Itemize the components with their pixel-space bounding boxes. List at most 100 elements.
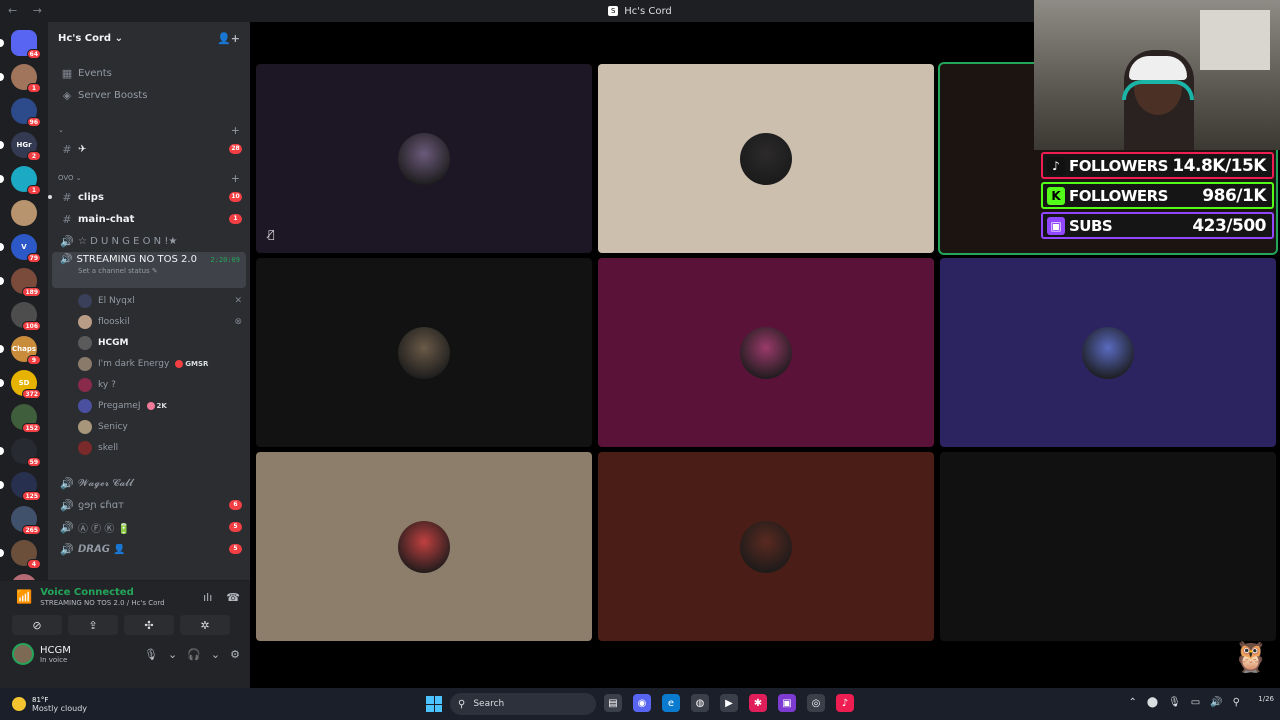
voice-member[interactable]: El Nyqxl ✕ xyxy=(48,290,250,311)
taskbar-app-icon[interactable]: ▶ xyxy=(720,694,738,712)
chevron-down-icon[interactable]: ⌄ xyxy=(211,648,220,661)
voice-member[interactable]: PregameJ 2K xyxy=(48,395,250,416)
server-icon[interactable]: 189 xyxy=(0,268,41,297)
member-name: El Nyqxl xyxy=(98,295,135,306)
screen-share-button[interactable]: ⇪ xyxy=(68,615,118,635)
server-icon[interactable]: 1 xyxy=(0,166,41,195)
start-button[interactable] xyxy=(426,696,442,712)
video-tile[interactable] xyxy=(598,258,934,447)
channel-clips[interactable]: # clips 10 xyxy=(48,186,250,208)
voice-member[interactable]: skell xyxy=(48,437,250,458)
voice-channel[interactable]: 🔊 𝓦𝓪𝓰𝓮𝓻 𝓒𝓪𝓵𝓵 xyxy=(48,472,250,494)
invite-people-icon[interactable]: 👤+ xyxy=(217,32,240,45)
nav-arrows[interactable]: ← → xyxy=(8,4,48,17)
voice-member[interactable]: ky ? xyxy=(48,374,250,395)
taskbar-app-icon[interactable]: e xyxy=(662,694,680,712)
server-icon[interactable]: 1 xyxy=(0,64,41,93)
tray-icon[interactable]: ⌃ xyxy=(1128,697,1136,708)
stat-value: 986/1K xyxy=(1202,185,1266,206)
disconnect-icon[interactable]: ☎ xyxy=(226,591,240,604)
voice-channel[interactable]: 🔊 Ⓐ Ⓕ Ⓚ 🔋 5 xyxy=(48,516,250,538)
channel-status[interactable]: Set a channel status ✎ xyxy=(78,267,240,275)
system-tray: ⌃ ⬤ 🎙 ▭ 🔊 ⚲ xyxy=(1128,697,1240,708)
server-boosts-label: Server Boosts xyxy=(78,89,148,101)
taskbar-app-icon[interactable]: ♪ xyxy=(836,694,854,712)
server-icon[interactable]: 4 xyxy=(0,540,41,569)
server-icon[interactable]: 64 xyxy=(0,30,41,59)
taskbar-search[interactable]: ⚲ Search xyxy=(450,693,596,715)
weather-widget[interactable]: 81°F Mostly cloudy xyxy=(12,696,87,713)
voice-channel-dungeon[interactable]: 🔊 ☆ D U N G E O N !★ xyxy=(48,230,250,252)
member-name: skell xyxy=(98,442,119,453)
voice-member[interactable]: HCGM xyxy=(48,332,250,353)
clock[interactable]: 1/26 xyxy=(1258,694,1274,704)
video-tile[interactable] xyxy=(256,452,592,641)
add-channel-icon[interactable]: + xyxy=(231,124,240,137)
microphone-icon[interactable]: 🎙 xyxy=(144,648,158,661)
server-icon[interactable]: HGr 2 xyxy=(0,132,41,161)
server-icon[interactable]: 106 xyxy=(11,302,41,331)
voice-channel[interactable]: 🔊 ƍɘɲ ɕɦɑт 6 xyxy=(48,494,250,516)
server-label: V xyxy=(21,243,27,251)
category-unnamed[interactable]: ⌄ + xyxy=(48,122,250,138)
events-item[interactable]: ▦ Events xyxy=(48,62,250,84)
tray-icon[interactable]: ⚲ xyxy=(1233,697,1240,708)
video-tile[interactable] xyxy=(940,452,1276,641)
voice-member[interactable]: I'm dark Energy GMSR xyxy=(48,353,250,374)
video-tile[interactable]: 🎙̸ xyxy=(256,64,592,253)
server-icon[interactable]: 96 xyxy=(11,98,41,127)
mention-badge: 10 xyxy=(229,192,242,202)
channel-label: 𝘿𝙍𝘼𝙂 👤 xyxy=(78,543,126,555)
video-tile[interactable] xyxy=(598,64,934,253)
server-icon[interactable]: SD 372 xyxy=(0,370,41,399)
taskbar-app-icon[interactable]: ▤ xyxy=(604,694,622,712)
signal-icon[interactable]: 📶 xyxy=(16,590,32,605)
server-icon[interactable]: 59 xyxy=(0,438,41,467)
taskbar-app-icon[interactable]: ◉ xyxy=(633,694,651,712)
channel-plane[interactable]: # ✈ 28 xyxy=(48,138,250,160)
gear-icon[interactable]: ⚙ xyxy=(230,648,240,661)
taskbar-app-icon[interactable]: ◍ xyxy=(691,694,709,712)
guild-header[interactable]: Hc's Cord ⌄ 👤+ xyxy=(48,22,250,54)
headphones-icon[interactable]: 🎧 xyxy=(187,648,201,661)
category-ovo[interactable]: OVO ⌄ + xyxy=(48,170,250,186)
chevron-down-icon[interactable]: ⌄ xyxy=(168,648,177,661)
mention-badge: 5 xyxy=(229,522,242,532)
channel-main-chat[interactable]: # main-chat 1 xyxy=(48,208,250,230)
tray-icon[interactable]: 🎙 xyxy=(1168,697,1181,708)
server-icon[interactable]: 152 xyxy=(11,404,41,433)
noise-suppression-icon[interactable]: ılı xyxy=(203,591,212,604)
avatar[interactable] xyxy=(12,643,34,665)
active-voice-channel[interactable]: 🔊 STREAMING NO TOS 2.0 2:20:09 Set a chan… xyxy=(52,252,246,288)
taskbar-app-icon[interactable]: ◎ xyxy=(807,694,825,712)
server-icon[interactable] xyxy=(11,200,37,226)
taskbar-app-icon[interactable]: ▣ xyxy=(778,694,796,712)
stat-bar: ▣ SUBS 423/500 xyxy=(1041,212,1274,239)
camera-off-button[interactable]: ⊘ xyxy=(12,615,62,635)
video-tile[interactable] xyxy=(598,452,934,641)
server-icon[interactable]: V 79 xyxy=(0,234,41,263)
channel-label: main-chat xyxy=(78,213,135,225)
video-tile[interactable] xyxy=(256,258,592,447)
voice-member[interactable]: flooskil ⊗ xyxy=(48,311,250,332)
tray-icon[interactable]: ▭ xyxy=(1191,697,1200,708)
speaker-icon: 🔊 xyxy=(60,520,74,534)
stat-bar: K FOLLOWERS 986/1K xyxy=(1041,182,1274,209)
server-icon[interactable]: 265 xyxy=(11,506,41,535)
server-icon[interactable]: Chaps 9 xyxy=(0,336,41,365)
muted-mic-icon: 🎙̸ xyxy=(268,228,275,241)
taskbar-app-icon[interactable]: ✱ xyxy=(749,694,767,712)
server-boosts-item[interactable]: ◈ Server Boosts xyxy=(48,84,250,106)
unread-pip xyxy=(0,73,4,81)
soundboard-button[interactable]: ✲ xyxy=(180,615,230,635)
voice-member[interactable]: Senicy xyxy=(48,416,250,437)
activities-button[interactable]: ✣ xyxy=(124,615,174,635)
tray-icon[interactable]: 🔊 xyxy=(1210,697,1222,708)
server-icon[interactable]: 125 xyxy=(0,472,41,501)
add-channel-icon[interactable]: + xyxy=(231,172,240,185)
avatar xyxy=(78,335,92,350)
video-tile[interactable] xyxy=(940,258,1276,447)
tray-icon[interactable]: ⬤ xyxy=(1147,697,1158,708)
voice-connected-sub[interactable]: STREAMING NO TOS 2.0 / Hc's Cord xyxy=(40,599,164,607)
voice-channel[interactable]: 🔊 𝘿𝙍𝘼𝙂 👤 5 xyxy=(48,538,250,560)
